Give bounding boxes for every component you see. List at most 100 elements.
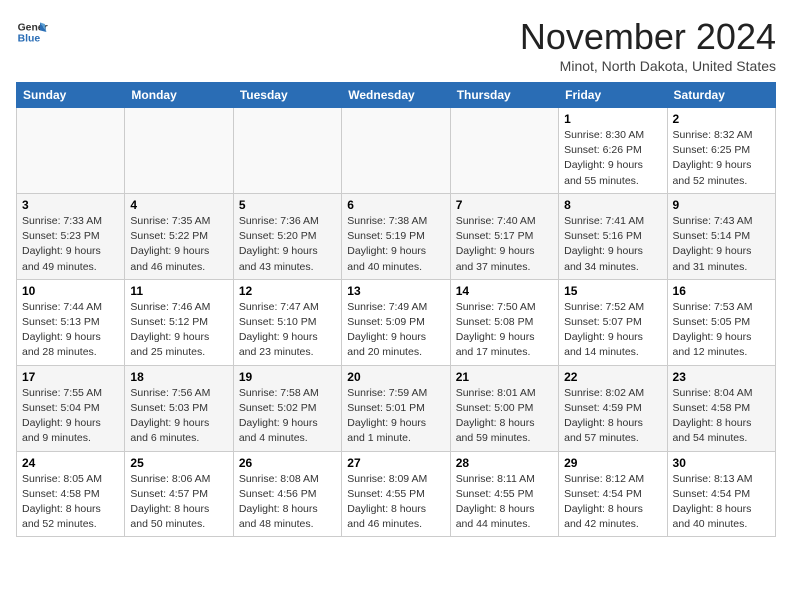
col-header-thursday: Thursday [450, 83, 558, 108]
col-header-tuesday: Tuesday [233, 83, 341, 108]
day-cell: 8 Sunrise: 7:41 AMSunset: 5:16 PMDaylight… [559, 193, 667, 279]
header: General Blue November 2024 Minot, North … [16, 16, 776, 74]
day-cell: 22Sunrise: 8:02 AMSunset: 4:59 PMDayligh… [559, 365, 667, 451]
title-area: November 2024 Minot, North Dakota, Unite… [520, 16, 776, 74]
day-cell: 12 Sunrise: 7:47 AMSunset: 5:10 PMDayligh… [233, 279, 341, 365]
day-info: Sunrise: 7:59 AMSunset: 5:01 PMDaylight:… [347, 386, 444, 447]
day-cell: 16Sunrise: 7:53 AMSunset: 5:05 PMDayligh… [667, 279, 775, 365]
day-cell: 28 Sunrise: 8:11 AMSunset: 4:55 PMDayligh… [450, 451, 558, 537]
day-info: Sunrise: 7:44 AMSunset: 5:13 PMDaylight:… [22, 300, 119, 361]
day-cell: 23Sunrise: 8:04 AMSunset: 4:58 PMDayligh… [667, 365, 775, 451]
day-info: Sunrise: 7:49 AMSunset: 5:09 PMDaylight:… [347, 300, 444, 361]
col-header-friday: Friday [559, 83, 667, 108]
day-cell: 30 Sunrise: 8:13 AMSunset: 4:54 PMDayligh… [667, 451, 775, 537]
day-cell: 9 Sunrise: 7:43 AMSunset: 5:14 PMDaylight… [667, 193, 775, 279]
day-cell [233, 108, 341, 194]
day-number: 15 [564, 284, 661, 298]
day-number: 19 [239, 370, 336, 384]
day-info: Sunrise: 7:50 AMSunset: 5:08 PMDaylight:… [456, 300, 553, 361]
day-cell [342, 108, 450, 194]
location-title: Minot, North Dakota, United States [520, 58, 776, 74]
day-number: 7 [456, 198, 553, 212]
header-row: SundayMondayTuesdayWednesdayThursdayFrid… [17, 83, 776, 108]
day-number: 14 [456, 284, 553, 298]
day-cell: 19 Sunrise: 7:58 AMSunset: 5:02 PMDayligh… [233, 365, 341, 451]
day-number: 22 [564, 370, 661, 384]
day-number: 21 [456, 370, 553, 384]
day-cell: 26 Sunrise: 8:08 AMSunset: 4:56 PMDayligh… [233, 451, 341, 537]
day-number: 10 [22, 284, 119, 298]
logo-icon: General Blue [16, 16, 48, 48]
day-number: 17 [22, 370, 119, 384]
day-number: 12 [239, 284, 336, 298]
day-number: 8 [564, 198, 661, 212]
day-cell: 2 Sunrise: 8:32 AMSunset: 6:25 PMDaylight… [667, 108, 775, 194]
day-cell: 15 Sunrise: 7:52 AMSunset: 5:07 PMDayligh… [559, 279, 667, 365]
day-number: 5 [239, 198, 336, 212]
day-cell [125, 108, 233, 194]
week-row-2: 3Sunrise: 7:33 AMSunset: 5:23 PMDaylight… [17, 193, 776, 279]
day-info: Sunrise: 7:46 AMSunset: 5:12 PMDaylight:… [130, 300, 227, 361]
day-cell: 10 Sunrise: 7:44 AMSunset: 5:13 PMDayligh… [17, 279, 125, 365]
day-cell: 11 Sunrise: 7:46 AMSunset: 5:12 PMDayligh… [125, 279, 233, 365]
day-info: Sunrise: 8:30 AMSunset: 6:26 PMDaylight:… [564, 128, 661, 189]
day-info: Sunrise: 7:33 AMSunset: 5:23 PMDaylight:… [22, 214, 119, 275]
day-cell: 6Sunrise: 7:38 AMSunset: 5:19 PMDaylight… [342, 193, 450, 279]
day-info: Sunrise: 7:47 AMSunset: 5:10 PMDaylight:… [239, 300, 336, 361]
calendar-table: SundayMondayTuesdayWednesdayThursdayFrid… [16, 82, 776, 537]
week-row-3: 10 Sunrise: 7:44 AMSunset: 5:13 PMDayligh… [17, 279, 776, 365]
day-number: 28 [456, 456, 553, 470]
day-cell: 7 Sunrise: 7:40 AMSunset: 5:17 PMDaylight… [450, 193, 558, 279]
day-info: Sunrise: 8:08 AMSunset: 4:56 PMDaylight:… [239, 472, 336, 533]
day-cell: 17 Sunrise: 7:55 AMSunset: 5:04 PMDayligh… [17, 365, 125, 451]
day-cell: 20Sunrise: 7:59 AMSunset: 5:01 PMDayligh… [342, 365, 450, 451]
day-number: 6 [347, 198, 444, 212]
day-number: 9 [673, 198, 770, 212]
day-info: Sunrise: 8:06 AMSunset: 4:57 PMDaylight:… [130, 472, 227, 533]
day-cell: 29Sunrise: 8:12 AMSunset: 4:54 PMDayligh… [559, 451, 667, 537]
day-info: Sunrise: 7:58 AMSunset: 5:02 PMDaylight:… [239, 386, 336, 447]
day-cell: 18Sunrise: 7:56 AMSunset: 5:03 PMDayligh… [125, 365, 233, 451]
day-cell [450, 108, 558, 194]
week-row-5: 24 Sunrise: 8:05 AMSunset: 4:58 PMDayligh… [17, 451, 776, 537]
day-info: Sunrise: 7:40 AMSunset: 5:17 PMDaylight:… [456, 214, 553, 275]
day-cell [17, 108, 125, 194]
day-number: 4 [130, 198, 227, 212]
day-info: Sunrise: 7:36 AMSunset: 5:20 PMDaylight:… [239, 214, 336, 275]
svg-text:Blue: Blue [18, 34, 41, 45]
day-info: Sunrise: 7:53 AMSunset: 5:05 PMDaylight:… [673, 300, 770, 361]
day-info: Sunrise: 7:52 AMSunset: 5:07 PMDaylight:… [564, 300, 661, 361]
day-number: 30 [673, 456, 770, 470]
day-number: 13 [347, 284, 444, 298]
day-info: Sunrise: 7:41 AMSunset: 5:16 PMDaylight:… [564, 214, 661, 275]
day-info: Sunrise: 7:43 AMSunset: 5:14 PMDaylight:… [673, 214, 770, 275]
day-cell: 25Sunrise: 8:06 AMSunset: 4:57 PMDayligh… [125, 451, 233, 537]
day-cell: 3Sunrise: 7:33 AMSunset: 5:23 PMDaylight… [17, 193, 125, 279]
week-row-4: 17 Sunrise: 7:55 AMSunset: 5:04 PMDayligh… [17, 365, 776, 451]
day-info: Sunrise: 8:05 AMSunset: 4:58 PMDaylight:… [22, 472, 119, 533]
logo: General Blue [16, 16, 48, 48]
day-number: 11 [130, 284, 227, 298]
day-number: 24 [22, 456, 119, 470]
day-number: 29 [564, 456, 661, 470]
day-cell: 1 Sunrise: 8:30 AMSunset: 6:26 PMDaylight… [559, 108, 667, 194]
day-info: Sunrise: 8:04 AMSunset: 4:58 PMDaylight:… [673, 386, 770, 447]
day-info: Sunrise: 8:01 AMSunset: 5:00 PMDaylight:… [456, 386, 553, 447]
day-cell: 4Sunrise: 7:35 AMSunset: 5:22 PMDaylight… [125, 193, 233, 279]
day-info: Sunrise: 8:09 AMSunset: 4:55 PMDaylight:… [347, 472, 444, 533]
day-number: 2 [673, 112, 770, 126]
day-number: 27 [347, 456, 444, 470]
day-info: Sunrise: 8:13 AMSunset: 4:54 PMDaylight:… [673, 472, 770, 533]
day-info: Sunrise: 8:11 AMSunset: 4:55 PMDaylight:… [456, 472, 553, 533]
day-info: Sunrise: 7:55 AMSunset: 5:04 PMDaylight:… [22, 386, 119, 447]
day-cell: 27 Sunrise: 8:09 AMSunset: 4:55 PMDayligh… [342, 451, 450, 537]
col-header-sunday: Sunday [17, 83, 125, 108]
col-header-wednesday: Wednesday [342, 83, 450, 108]
day-cell: 5 Sunrise: 7:36 AMSunset: 5:20 PMDaylight… [233, 193, 341, 279]
day-number: 26 [239, 456, 336, 470]
week-row-1: 1 Sunrise: 8:30 AMSunset: 6:26 PMDaylight… [17, 108, 776, 194]
day-info: Sunrise: 8:32 AMSunset: 6:25 PMDaylight:… [673, 128, 770, 189]
day-cell: 14 Sunrise: 7:50 AMSunset: 5:08 PMDayligh… [450, 279, 558, 365]
day-number: 1 [564, 112, 661, 126]
day-number: 18 [130, 370, 227, 384]
